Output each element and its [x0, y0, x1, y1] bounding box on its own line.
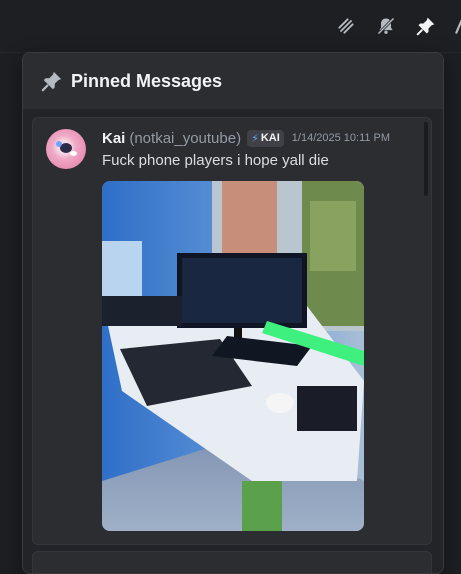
pinned-message[interactable]	[32, 551, 432, 573]
avatar[interactable]	[46, 129, 86, 169]
clan-tag[interactable]: ⚡ KAI	[247, 129, 284, 147]
message-header: Kai (notkai_youtube) ⚡ KAI 1/14/2025 10:…	[102, 128, 390, 148]
pinned-messages-icon[interactable]	[415, 15, 437, 37]
panel-title: Pinned Messages	[71, 70, 223, 91]
message-author[interactable]: Kai	[102, 130, 125, 147]
members-icon[interactable]	[452, 15, 461, 37]
scrollbar[interactable]	[424, 122, 428, 196]
clan-tag-label: KAI	[260, 132, 280, 144]
channel-header-toolbar	[0, 0, 461, 53]
image-attachment[interactable]	[102, 181, 364, 531]
message-timestamp: 1/14/2025 10:11 PM	[291, 132, 391, 144]
pinned-messages-list[interactable]: Kai (notkai_youtube) ⚡ KAI 1/14/2025 10:…	[23, 109, 443, 573]
pinned-messages-popout: Pinned Messages Kai (notkai_youtube) ⚡ K…	[22, 52, 444, 574]
message-author-handle[interactable]: (notkai_youtube)	[129, 130, 241, 147]
photo-of-gaming-desk-setup	[102, 181, 364, 531]
message-content: Fuck phone players i hope yall die	[102, 152, 329, 169]
lightning-icon: ⚡	[251, 132, 259, 145]
notifications-muted-icon[interactable]	[375, 15, 397, 37]
pin-icon	[41, 70, 63, 92]
threads-icon[interactable]	[335, 15, 357, 37]
pinned-messages-header: Pinned Messages	[23, 53, 443, 110]
pinned-message[interactable]: Kai (notkai_youtube) ⚡ KAI 1/14/2025 10:…	[32, 117, 432, 545]
